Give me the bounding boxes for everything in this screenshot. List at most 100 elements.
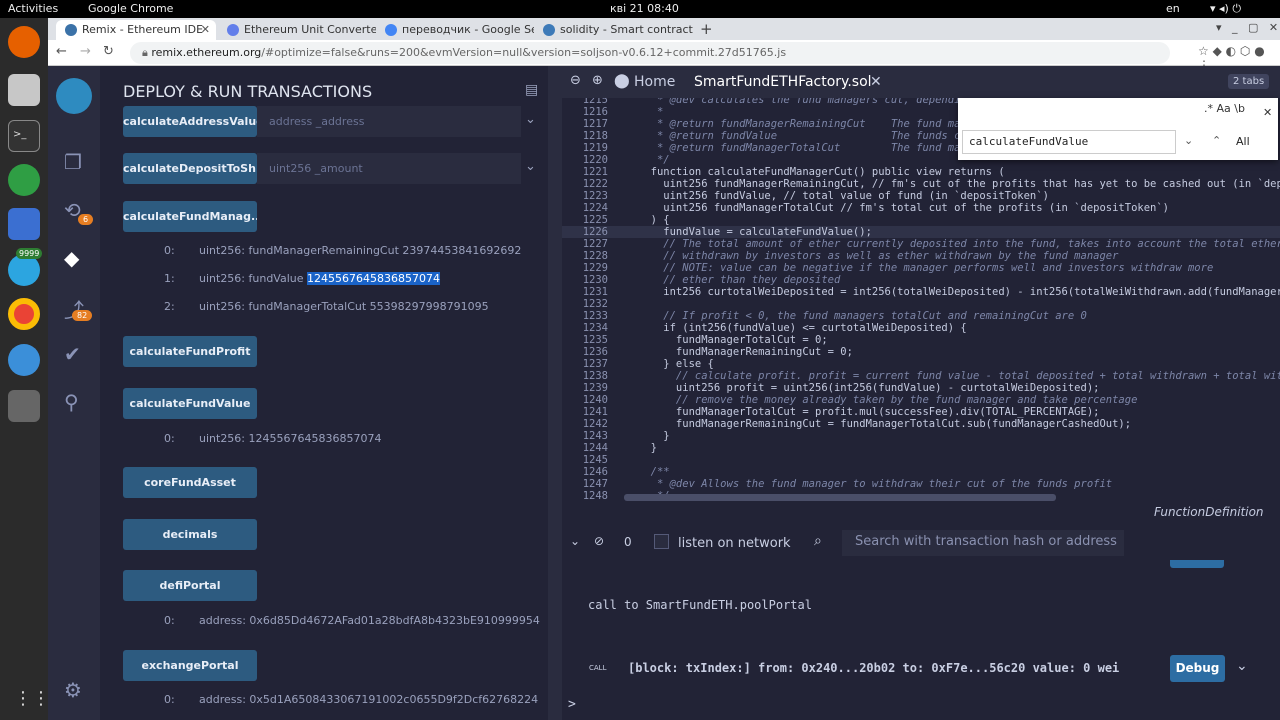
find-input[interactable]: calculateFundValue bbox=[962, 130, 1176, 154]
show-apps-icon[interactable]: ⋮⋮ bbox=[14, 688, 50, 709]
line-number: 1231 bbox=[582, 286, 608, 298]
tab-home[interactable]: Home bbox=[634, 74, 675, 90]
tab-label: Remix - Ethereum IDE bbox=[82, 23, 204, 36]
code-line: uint256 fundManagerRemainingCut, // fm's… bbox=[638, 178, 1280, 190]
code-line: } bbox=[638, 430, 670, 442]
find-widget: .* Aa \b ✕ calculateFundValue ⌄ ⌃ All bbox=[958, 98, 1278, 160]
code-line: // If profit < 0, the fund managers tota… bbox=[638, 310, 1087, 322]
files-icon[interactable] bbox=[8, 74, 40, 106]
terminal-prompt[interactable]: > bbox=[568, 697, 576, 712]
clear-icon[interactable]: ⊘ bbox=[594, 534, 604, 548]
exchangePortal-button[interactable]: exchangePortal bbox=[123, 650, 257, 681]
address-bar[interactable]: 🔒︎ remix.ethereum.org/#optimize=false&ru… bbox=[130, 42, 1170, 64]
terminal-icon[interactable]: >_ bbox=[8, 120, 40, 152]
close-icon[interactable]: ✕ bbox=[1263, 106, 1272, 119]
panel-divider[interactable] bbox=[548, 66, 562, 720]
calculateFundValue-button[interactable]: calculateFundValue bbox=[123, 388, 257, 419]
line-number: 1223 bbox=[582, 190, 608, 202]
line-number: 1217 bbox=[582, 118, 608, 130]
remix-icon-panel: ❐ ⟲ 6 ◆ ⤴ 82 ✔ ⚲ ⚙ bbox=[48, 66, 100, 720]
line-number: 1220 bbox=[582, 154, 608, 166]
activities-button[interactable]: Activities bbox=[8, 2, 58, 15]
debug-button[interactable]: Debug bbox=[1170, 655, 1225, 682]
chrome-icon[interactable] bbox=[8, 298, 40, 330]
app-menu[interactable]: Google Chrome bbox=[88, 2, 173, 15]
language-indicator[interactable]: en bbox=[1166, 2, 1180, 15]
app-icon[interactable] bbox=[8, 344, 40, 376]
call-tag: CALL bbox=[589, 664, 607, 672]
chevron-down-icon[interactable]: ⌄ bbox=[1184, 134, 1193, 147]
output-row: 0: address: 0x5d1A6508433067191002c0655D9… bbox=[164, 693, 539, 706]
settings-icon[interactable]: ⚙ bbox=[64, 678, 82, 702]
home-icon: ⬤ bbox=[614, 73, 630, 89]
listen-checkbox[interactable] bbox=[654, 534, 669, 549]
reload-icon[interactable]: ↻ bbox=[103, 44, 114, 59]
forward-icon[interactable]: → bbox=[80, 44, 91, 59]
line-number: 1226 bbox=[582, 226, 608, 238]
chevron-down-icon[interactable]: ⌄ bbox=[1236, 658, 1248, 674]
tab-stackexchange[interactable]: solidity - Smart contract f bbox=[534, 20, 694, 40]
clock[interactable]: кві 21 08:40 bbox=[610, 2, 679, 15]
code-line: uint256 fundManagerTotalCut // fm's tota… bbox=[638, 202, 1170, 214]
tab-file[interactable]: SmartFundETHFactory.sol bbox=[694, 74, 872, 90]
calculateAddressValue-button[interactable]: calculateAddressValue bbox=[123, 106, 257, 137]
calculateDepositToShares-button[interactable]: calculateDepositToSh... bbox=[123, 153, 257, 184]
tx-search-input[interactable]: Search with transaction hash or address bbox=[842, 530, 1124, 556]
line-number: 1245 bbox=[582, 454, 608, 466]
file-explorer-icon[interactable]: ❐ bbox=[64, 150, 82, 174]
horizontal-scrollbar[interactable] bbox=[624, 494, 1056, 501]
code-line: } else { bbox=[638, 358, 714, 370]
tab-remix[interactable]: Remix - Ethereum IDE ✕ bbox=[56, 20, 216, 40]
system-tray-icons[interactable]: ▾ ◂) ⏻ bbox=[1210, 2, 1241, 16]
code-line: * @dev calculates the fund managers cut,… bbox=[638, 98, 993, 106]
docs-icon[interactable]: ▤ bbox=[525, 82, 538, 98]
debug-button-partial[interactable] bbox=[1170, 560, 1224, 568]
line-number: 1241 bbox=[582, 406, 608, 418]
gimp-icon[interactable] bbox=[8, 390, 40, 422]
line-number: 1239 bbox=[582, 382, 608, 394]
tab-google-search[interactable]: переводчик - Google Sea bbox=[376, 20, 534, 40]
tab-unit-converter[interactable]: Ethereum Unit Converter | bbox=[218, 20, 376, 40]
test-icon[interactable]: ✔ bbox=[64, 342, 81, 366]
lock-icon: 🔒︎ bbox=[142, 46, 148, 59]
coreFundAsset-button[interactable]: coreFundAsset bbox=[123, 467, 257, 498]
close-icon[interactable]: ✕ bbox=[870, 74, 882, 90]
chevron-up-icon[interactable]: ⌃ bbox=[1212, 134, 1221, 147]
listen-label: listen on network bbox=[678, 536, 791, 551]
find-options[interactable]: .* Aa \b bbox=[1204, 102, 1245, 115]
code-line: // ether than they deposited bbox=[638, 274, 841, 286]
zoom-in-icon[interactable]: ⊕ bbox=[592, 73, 603, 88]
chevron-down-icon[interactable]: ⌄ bbox=[525, 159, 536, 174]
code-line: ) { bbox=[638, 214, 670, 226]
code-line: uint256 profit = uint256(int256(fundValu… bbox=[638, 382, 1100, 394]
calculateFundManagerCut-button[interactable]: calculateFundManag... bbox=[123, 201, 257, 232]
code-line: fundManagerRemainingCut = 0; bbox=[638, 346, 853, 358]
decimals-button[interactable]: decimals bbox=[123, 519, 257, 550]
amount-input[interactable]: uint256 _amount bbox=[257, 153, 521, 184]
address-input[interactable]: address _address bbox=[257, 106, 521, 137]
text-editor-icon[interactable] bbox=[8, 208, 40, 240]
find-all-button[interactable]: All bbox=[1236, 135, 1250, 148]
chevron-down-icon[interactable]: ⌄ bbox=[525, 112, 536, 127]
line-number: 1233 bbox=[582, 310, 608, 322]
tab-label: переводчик - Google Sea bbox=[402, 23, 534, 36]
close-icon[interactable]: ✕ bbox=[201, 23, 210, 36]
tabs-dropdown[interactable]: 2 tabs bbox=[1228, 74, 1270, 89]
calculateFundProfit-button[interactable]: calculateFundProfit bbox=[123, 336, 257, 367]
atom-icon[interactable] bbox=[8, 164, 40, 196]
defiPortal-button[interactable]: defiPortal bbox=[123, 570, 257, 601]
new-tab-button[interactable]: + bbox=[700, 20, 713, 38]
plugin-manager-icon[interactable]: ⚲ bbox=[64, 390, 79, 414]
window-controls[interactable]: ▾ _ ▢ ✕ bbox=[1216, 21, 1278, 34]
zoom-out-icon[interactable]: ⊖ bbox=[570, 73, 581, 88]
tx-details: [block: txIndex:] from: 0x240...20b02 to… bbox=[628, 661, 1120, 675]
remix-logo-icon[interactable] bbox=[56, 78, 92, 114]
line-number: 1237 bbox=[582, 358, 608, 370]
collapse-icon[interactable]: ⌄ bbox=[570, 534, 580, 548]
log-line: call to SmartFundETH.poolPortal bbox=[588, 598, 812, 612]
line-number: 1236 bbox=[582, 346, 608, 358]
deploy-run-icon[interactable]: ◆ bbox=[64, 246, 79, 270]
telegram-badge: 9999 bbox=[16, 248, 43, 259]
back-icon[interactable]: ← bbox=[56, 44, 67, 59]
firefox-icon[interactable] bbox=[8, 26, 40, 58]
